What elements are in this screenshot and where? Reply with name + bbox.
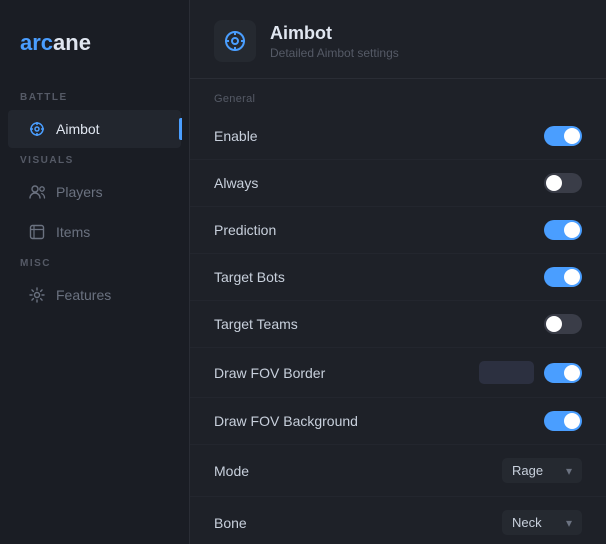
toggle-thumb-prediction bbox=[564, 222, 580, 238]
setting-label-enable: Enable bbox=[214, 128, 258, 144]
page-subtitle: Detailed Aimbot settings bbox=[270, 46, 399, 60]
items-icon bbox=[28, 223, 46, 241]
chevron-down-icon-bone: ▾ bbox=[566, 516, 572, 530]
section-label-misc: MISC bbox=[0, 252, 189, 275]
dropdown-bone[interactable]: Neck ▾ bbox=[502, 510, 582, 535]
setting-right-draw-fov-border bbox=[479, 361, 582, 384]
setting-row-target-teams: Target Teams bbox=[190, 301, 606, 348]
setting-label-prediction: Prediction bbox=[214, 222, 276, 238]
page-header: Aimbot Detailed Aimbot settings bbox=[190, 0, 606, 79]
app-logo: arcane bbox=[0, 20, 189, 86]
sidebar-item-aimbot[interactable]: Aimbot bbox=[8, 110, 181, 148]
gear-icon bbox=[28, 286, 46, 304]
setting-label-mode: Mode bbox=[214, 463, 249, 479]
dropdown-mode[interactable]: Rage ▾ bbox=[502, 458, 582, 483]
setting-row-enable: Enable bbox=[190, 113, 606, 160]
toggle-thumb-enable bbox=[564, 128, 580, 144]
page-header-text: Aimbot Detailed Aimbot settings bbox=[270, 23, 399, 60]
crosshair-icon bbox=[28, 120, 46, 138]
users-icon bbox=[28, 183, 46, 201]
setting-row-target-bots: Target Bots bbox=[190, 254, 606, 301]
setting-row-prediction: Prediction bbox=[190, 207, 606, 254]
sidebar-item-label-items: Items bbox=[56, 224, 90, 240]
setting-label-target-teams: Target Teams bbox=[214, 316, 298, 332]
chevron-down-icon: ▾ bbox=[566, 464, 572, 478]
section-label-visuals: VISUALS bbox=[0, 149, 189, 172]
toggle-target-bots[interactable] bbox=[544, 267, 582, 287]
toggle-thumb-draw-fov-background bbox=[564, 413, 580, 429]
toggle-thumb-target-teams bbox=[546, 316, 562, 332]
sidebar-item-label-players: Players bbox=[56, 184, 103, 200]
setting-label-target-bots: Target Bots bbox=[214, 269, 285, 285]
main-content: Aimbot Detailed Aimbot settings General … bbox=[190, 0, 606, 544]
toggle-target-teams[interactable] bbox=[544, 314, 582, 334]
setting-row-bone: Bone Neck ▾ bbox=[190, 497, 606, 544]
sidebar-item-items[interactable]: Items bbox=[8, 213, 181, 251]
dropdown-mode-value: Rage bbox=[512, 463, 543, 478]
settings-section-label: General bbox=[190, 79, 606, 113]
fov-border-input[interactable] bbox=[479, 361, 534, 384]
setting-label-always: Always bbox=[214, 175, 258, 191]
setting-row-mode: Mode Rage ▾ bbox=[190, 445, 606, 497]
setting-row-draw-fov-border: Draw FOV Border bbox=[190, 348, 606, 398]
sidebar-item-players[interactable]: Players bbox=[8, 173, 181, 211]
page-header-icon bbox=[214, 20, 256, 62]
toggle-prediction[interactable] bbox=[544, 220, 582, 240]
sidebar-item-label-features: Features bbox=[56, 287, 111, 303]
toggle-thumb-always bbox=[546, 175, 562, 191]
setting-label-draw-fov-border: Draw FOV Border bbox=[214, 365, 325, 381]
section-label-battle: BATTLE bbox=[0, 86, 189, 109]
logo-prefix: arc bbox=[20, 30, 53, 55]
sidebar: arcane BATTLE Aimbot VISUALS P bbox=[0, 0, 190, 544]
toggle-draw-fov-border[interactable] bbox=[544, 363, 582, 383]
setting-label-draw-fov-background: Draw FOV Background bbox=[214, 413, 358, 429]
toggle-draw-fov-background[interactable] bbox=[544, 411, 582, 431]
setting-row-always: Always bbox=[190, 160, 606, 207]
page-title: Aimbot bbox=[270, 23, 399, 44]
logo-suffix: ane bbox=[53, 30, 91, 55]
setting-label-bone: Bone bbox=[214, 515, 247, 531]
sidebar-item-features[interactable]: Features bbox=[8, 276, 181, 314]
dropdown-bone-value: Neck bbox=[512, 515, 542, 530]
toggle-thumb-target-bots bbox=[564, 269, 580, 285]
toggle-thumb-draw-fov-border bbox=[564, 365, 580, 381]
toggle-always[interactable] bbox=[544, 173, 582, 193]
setting-row-draw-fov-background: Draw FOV Background bbox=[190, 398, 606, 445]
toggle-enable[interactable] bbox=[544, 126, 582, 146]
sidebar-item-label-aimbot: Aimbot bbox=[56, 121, 100, 137]
